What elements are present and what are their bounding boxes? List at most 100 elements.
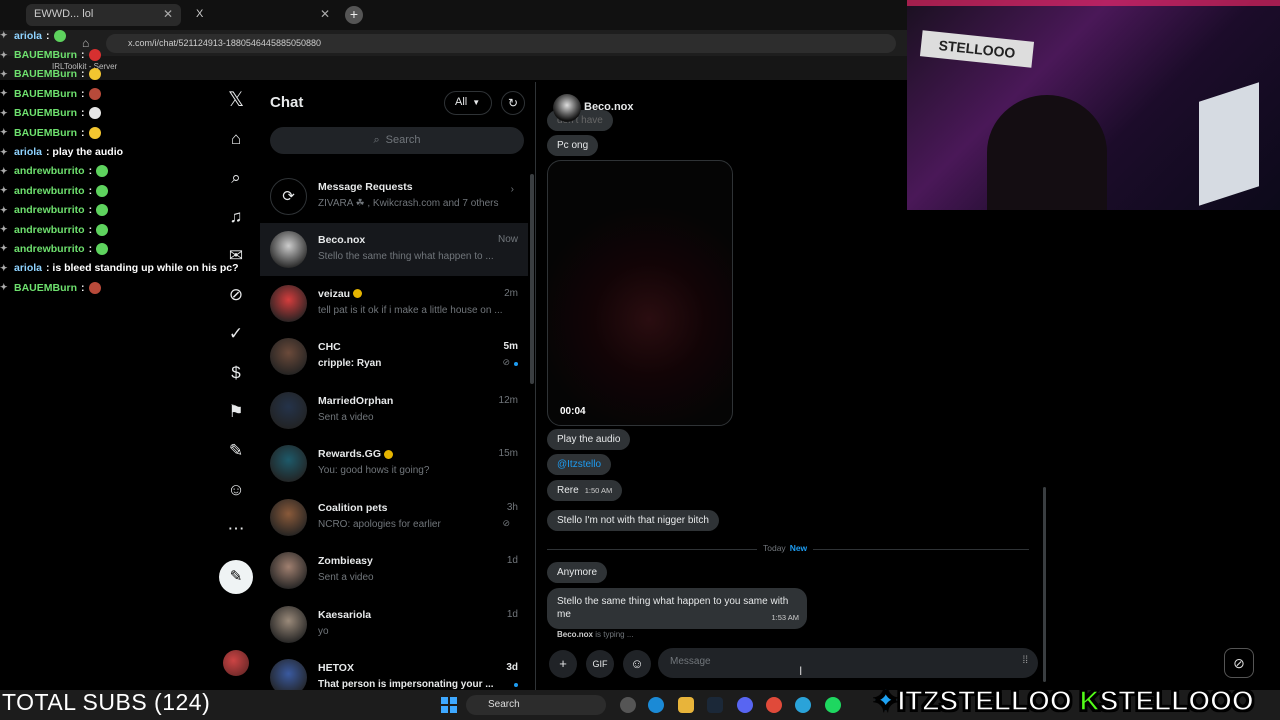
- grok-icon[interactable]: ⊘: [224, 283, 248, 307]
- message-input[interactable]: Message ⁞⁞: [658, 648, 1038, 678]
- conversation-preview: Stello the same thing what happen to ...: [318, 251, 494, 262]
- windows-start-icon[interactable]: [441, 697, 457, 713]
- add-button[interactable]: +: [549, 650, 577, 678]
- emote-icon: [96, 223, 109, 236]
- edit-list-icon[interactable]: ✎: [224, 439, 248, 463]
- profile-icon[interactable]: ☺: [224, 478, 248, 502]
- webcam-sign: STELLOOO: [919, 30, 1035, 68]
- conversation-name: Rewards.GG: [318, 448, 394, 460]
- message-bubble: Stello the same thing what happen to you…: [547, 588, 807, 629]
- conversation-item[interactable]: MarriedOrphan 12m Sent a video: [260, 384, 528, 437]
- messages-icon[interactable]: ✉: [224, 244, 248, 268]
- badge-icon: ✦: [0, 107, 8, 118]
- chat-text: :: [81, 87, 85, 100]
- search-input[interactable]: ⌕ Search: [270, 127, 524, 154]
- avatar[interactable]: [223, 650, 249, 676]
- money-icon[interactable]: $: [224, 361, 248, 385]
- telegram-icon[interactable]: [795, 697, 811, 713]
- chat-username[interactable]: ariola: [14, 262, 42, 274]
- emoji-icon[interactable]: ☺: [623, 650, 651, 678]
- close-icon[interactable]: ✕: [320, 7, 330, 21]
- browser-tab[interactable]: X ✕: [188, 4, 338, 26]
- emote-icon: [88, 126, 101, 139]
- browser-tab[interactable]: EWWD... lol ✕: [26, 4, 181, 26]
- close-icon[interactable]: ✕: [163, 7, 173, 21]
- voice-icon[interactable]: ⁞⁞: [1022, 655, 1028, 666]
- chat-username[interactable]: BAUEMBurn: [14, 68, 77, 80]
- bell-icon[interactable]: ♫: [224, 205, 248, 229]
- folder-icon[interactable]: [678, 697, 694, 713]
- chat-username[interactable]: andrewburrito: [14, 165, 85, 177]
- emote-icon: [53, 29, 66, 42]
- message-text: Stello the same thing what happen to you…: [557, 596, 789, 620]
- new-chat-button[interactable]: ↻: [501, 91, 525, 115]
- conversation-item[interactable]: CHC 5m cripple: Ryan ⊘: [260, 330, 528, 383]
- unread-dot: [514, 362, 518, 366]
- scrollbar[interactable]: [530, 174, 534, 384]
- unread-dot: [514, 683, 518, 687]
- chat-username[interactable]: BAUEMBurn: [14, 282, 77, 294]
- new-badge: New: [789, 543, 808, 553]
- chat-username[interactable]: ariola: [14, 30, 42, 42]
- chat-username[interactable]: BAUEMBurn: [14, 107, 77, 119]
- conversation-preview: yo: [318, 625, 329, 637]
- message-bubble: Anymore: [547, 562, 608, 583]
- bookmark-icon[interactable]: ⚑: [224, 400, 248, 424]
- conversation-time: Now: [497, 234, 518, 245]
- video-message[interactable]: 00:04: [547, 160, 733, 426]
- taskbar-search[interactable]: Search: [466, 695, 606, 715]
- conversation-item[interactable]: Coalition pets 3h NCRO: apologies for earl…: [260, 491, 528, 544]
- verified-badge-icon: [384, 449, 394, 459]
- gif-icon[interactable]: GIF: [586, 650, 614, 678]
- chat-username[interactable]: BAUEMBurn: [14, 127, 77, 139]
- conversation-item[interactable]: Kaesariola 1d yo: [260, 598, 528, 651]
- app-icon[interactable]: [620, 697, 636, 713]
- chat-message: ✦ ariola:: [0, 26, 250, 45]
- filter-dropdown[interactable]: All ▼: [444, 91, 492, 115]
- avatar: [270, 391, 307, 429]
- more-icon[interactable]: ⋯: [224, 517, 248, 541]
- search-icon[interactable]: ⌕: [224, 166, 248, 190]
- conversation-item[interactable]: Rewards.GG 15m You: good hows it going?: [260, 437, 528, 490]
- x-logo-icon[interactable]: 𝕏: [224, 88, 248, 112]
- new-tab-button[interactable]: +: [345, 6, 363, 24]
- chat-username[interactable]: ariola: [14, 146, 42, 158]
- discord-icon[interactable]: [737, 697, 753, 713]
- conversation-item[interactable]: veizau 2m tell pat is it ok if i make a li…: [260, 277, 528, 330]
- message-text: Rere: [557, 485, 579, 496]
- chat-username[interactable]: andrewburrito: [14, 185, 85, 197]
- grok-icon[interactable]: ⊘: [1224, 648, 1254, 678]
- verified-icon[interactable]: ✓: [224, 322, 248, 346]
- mute-icon: ⊘: [502, 357, 510, 367]
- conversation-preview: Sent a video: [318, 411, 374, 423]
- message-text: Pc ong: [557, 140, 589, 151]
- kick-icon: K: [1079, 684, 1101, 717]
- spotify-icon[interactable]: [825, 697, 841, 713]
- page-title: Chat: [270, 94, 304, 111]
- chat-text: : play the audio: [46, 146, 124, 159]
- message-placeholder: Message: [670, 656, 711, 667]
- steam-icon[interactable]: [707, 697, 723, 713]
- scrollbar[interactable]: [1043, 487, 1046, 682]
- emote-icon: [96, 242, 109, 255]
- conversation-item[interactable]: Beco.nox Now Stello the same thing what ha…: [260, 223, 528, 276]
- home-icon[interactable]: ⌂: [224, 127, 248, 151]
- chat-username[interactable]: andrewburrito: [14, 204, 85, 216]
- badge-icon: ✦: [0, 49, 8, 60]
- chat-username[interactable]: andrewburrito: [14, 224, 85, 236]
- chat-username[interactable]: BAUEMBurn: [14, 88, 77, 100]
- webcam-person: [987, 95, 1107, 210]
- compose-button[interactable]: ✎: [219, 560, 253, 594]
- conversation-item[interactable]: Zombieasy 1d Sent a video: [260, 544, 528, 597]
- chat-username[interactable]: andrewburrito: [14, 243, 85, 255]
- mention-link[interactable]: @Itzstello: [547, 454, 612, 475]
- conversation-time: 2m: [504, 287, 518, 299]
- chat-username[interactable]: BAUEMBurn: [14, 49, 77, 61]
- conversation-time: 5m: [503, 341, 518, 352]
- message-requests-item[interactable]: ⟳ Message Requests ZIVARA ☘ , Kwikcrash.…: [260, 170, 528, 223]
- emote-icon: [96, 184, 109, 197]
- conversation-preview: That person is impersonating your ...: [318, 679, 494, 690]
- chat-text: :: [81, 281, 85, 294]
- chrome-icon[interactable]: [766, 697, 782, 713]
- edge-icon[interactable]: [648, 697, 664, 713]
